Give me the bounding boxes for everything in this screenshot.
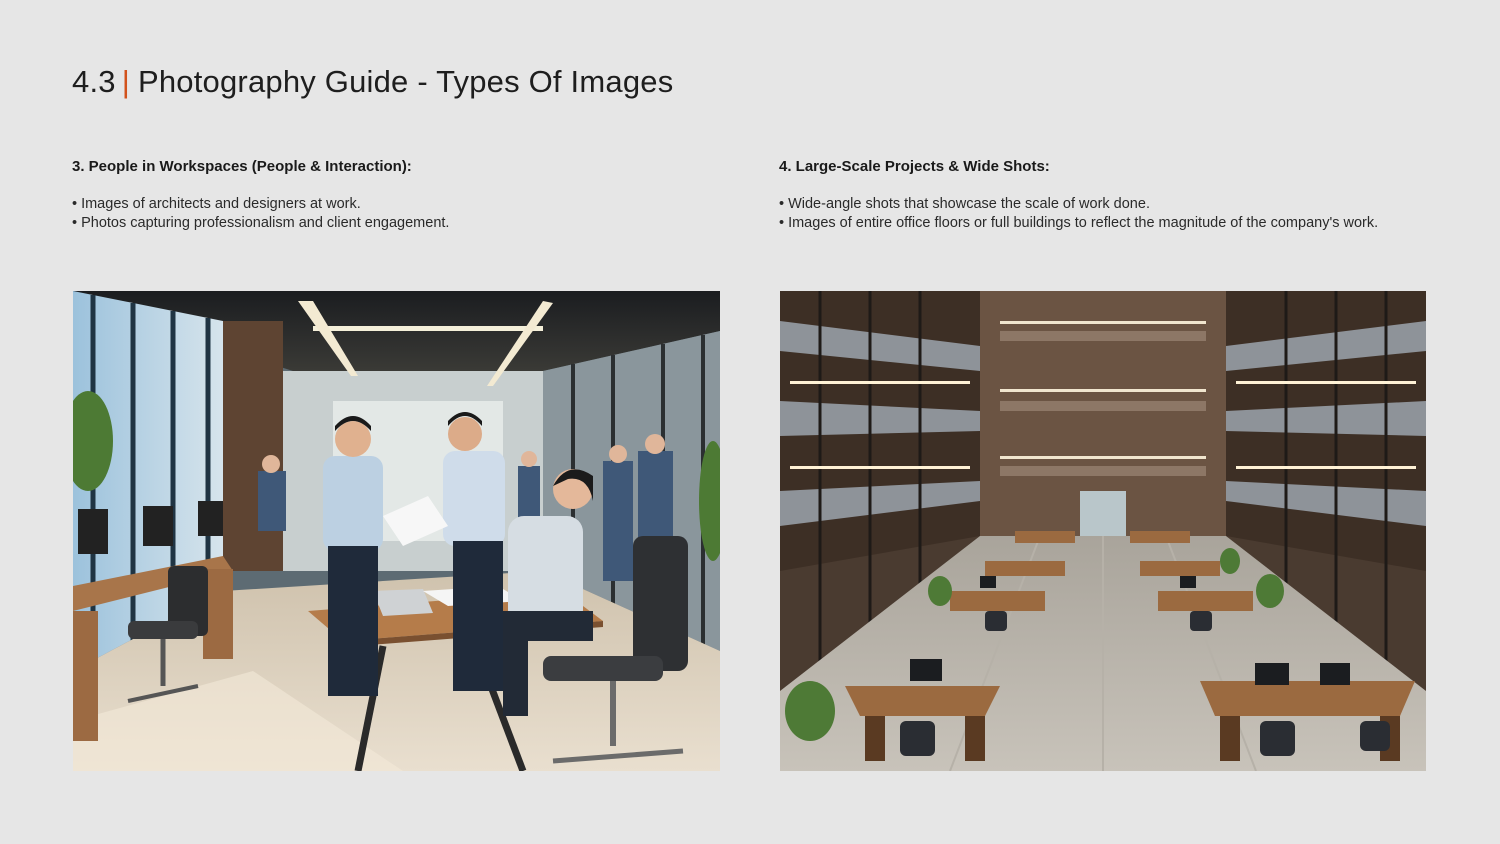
bullet-item: Photos capturing professionalism and cli… [72,214,722,233]
bullet-item: Wide-angle shots that showcase the scale… [779,195,1429,214]
photo-people-in-workspace [73,291,720,771]
section-heading: 4. Large-Scale Projects & Wide Shots: [779,158,1050,175]
bullet-item: Images of entire office floors or full b… [779,214,1429,233]
section-number: 4.3 [72,64,116,99]
title-text: Photography Guide - Types Of Images [137,64,674,99]
page-title: 4.3 | Photography Guide - Types Of Images [72,64,673,100]
bullet-list: Images of architects and designers at wo… [72,195,722,233]
section-people-in-workspaces: 3. People in Workspaces (People & Intera… [72,158,722,233]
bullet-list: Wide-angle shots that showcase the scale… [779,195,1429,233]
photo-large-scale-atrium [780,291,1426,771]
bullet-item: Images of architects and designers at wo… [72,195,722,214]
section-large-scale-projects: 4. Large-Scale Projects & Wide Shots: Wi… [779,158,1429,233]
section-heading: 3. People in Workspaces (People & Intera… [72,158,412,175]
title-separator: | [121,64,130,99]
